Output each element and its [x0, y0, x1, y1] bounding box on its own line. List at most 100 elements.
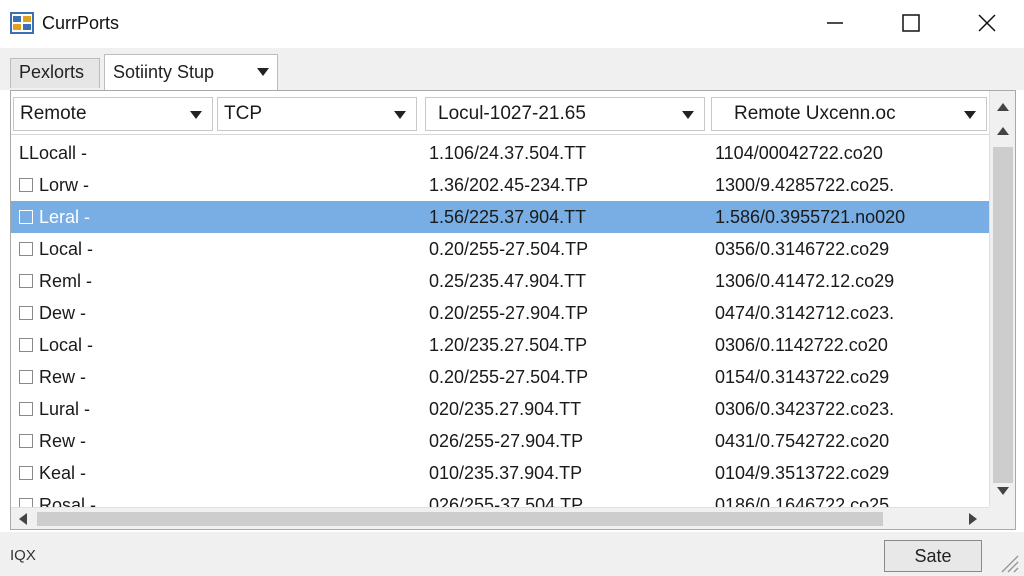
row-name: LLocall - — [19, 143, 88, 163]
column-label: Remote Uxcenn.oc — [734, 103, 896, 124]
row-name: Rew - — [39, 367, 87, 387]
table-row[interactable]: Local - 1.20/235.27.504.TP 0306/0.114272… — [11, 329, 989, 361]
cell-remote: 0306/0.1142722.co20 — [715, 335, 888, 355]
cell-local: 1.20/235.27.504.TP — [429, 335, 588, 355]
cell-name: Keal - — [11, 457, 215, 489]
row-name: Dew - — [39, 303, 87, 323]
cell-remote: 0356/0.3146722.co29 — [715, 239, 890, 259]
cell-local: 1.106/24.37.504.TT — [429, 143, 587, 163]
cell-tcp — [215, 393, 419, 425]
resize-grip-icon[interactable] — [996, 550, 1020, 574]
table-row[interactable]: Dew - 0.20/255-27.904.TP 0474/0.3142712.… — [11, 297, 989, 329]
table-row[interactable]: Lorw - 1.36/202.45-234.TP 1300/9.4285722… — [11, 169, 989, 201]
table-row[interactable]: Lural - 020/235.27.904.TT 0306/0.3423722… — [11, 393, 989, 425]
scroll-down-icon[interactable] — [997, 487, 1009, 495]
cell-tcp — [215, 233, 419, 265]
tab-label: Sotiinty Stup — [113, 62, 215, 82]
table-row[interactable]: Local - 0.20/255-27.504.TP 0356/0.314672… — [11, 233, 989, 265]
column-label: TCP — [224, 103, 262, 124]
chevron-down-icon — [682, 111, 694, 119]
column-header-local[interactable]: Locul-1027-21.65 — [425, 97, 705, 131]
cell-name: LLocall - — [11, 137, 215, 169]
row-checkbox[interactable] — [19, 401, 33, 416]
title-bar: CurrPorts — [0, 0, 1024, 48]
cell-name: Local - — [11, 329, 215, 361]
row-name: Reml - — [39, 271, 92, 291]
horizontal-scrollbar[interactable] — [11, 507, 989, 529]
table-row[interactable]: Rew - 0.20/255-27.504.TP 0154/0.3143722.… — [11, 361, 989, 393]
table-row-selected[interactable]: Leral - 1.56/225.37.904.TT 1.586/0.39557… — [11, 201, 989, 233]
row-name: Local - — [39, 335, 94, 355]
cell-local: 0.20/255-27.904.TP — [429, 303, 589, 323]
column-header-tcp[interactable]: TCP — [217, 97, 417, 131]
row-checkbox[interactable] — [19, 369, 33, 384]
cell-remote: 0104/9.3513722.co29 — [715, 463, 890, 483]
tab-sotiinty-stup[interactable]: Sotiinty Stup — [104, 54, 278, 90]
ports-list[interactable]: Remote TCP Locul-1027-21.65 Remote Uxcen… — [10, 90, 1016, 530]
row-checkbox[interactable] — [19, 241, 33, 256]
horizontal-scroll-thumb[interactable] — [37, 512, 883, 526]
minimize-icon — [827, 22, 843, 24]
column-header-remote-address[interactable]: Remote Uxcenn.oc — [711, 97, 987, 131]
cell-local: 010/235.37.904.TP — [429, 463, 583, 483]
cell-name: Lural - — [11, 393, 215, 425]
table-row[interactable]: Rew - 026/255-27.904.TP 0431/0.7542722.c… — [11, 425, 989, 457]
save-button[interactable]: Sate — [884, 540, 982, 572]
cell-name: Rew - — [11, 361, 215, 393]
scroll-up-icon[interactable] — [997, 127, 1009, 135]
table-row[interactable]: Keal - 010/235.37.904.TP 0104/9.3513722.… — [11, 457, 989, 489]
table-row[interactable]: LLocall - 1.106/24.37.504.TT 1104/000427… — [11, 137, 989, 169]
row-name: Leral - — [39, 207, 91, 227]
cell-remote: 0306/0.3423722.co23. — [715, 399, 895, 419]
status-bar: IQX Sate — [0, 532, 1024, 576]
currports-app-icon — [10, 12, 34, 34]
cell-remote: 0474/0.3142712.co23. — [715, 303, 895, 323]
cell-local: 0.20/255-27.504.TP — [429, 239, 589, 259]
cell-remote: 1104/00042722.co20 — [715, 143, 883, 163]
vertical-scroll-thumb[interactable] — [993, 147, 1013, 483]
row-checkbox[interactable] — [19, 465, 33, 480]
maximize-icon — [902, 14, 920, 32]
cell-tcp — [215, 201, 419, 233]
tab-bar: Pexlorts Sotiinty Stup — [0, 48, 1024, 90]
chevron-down-icon — [394, 111, 406, 119]
cell-name: Leral - — [11, 201, 215, 233]
vertical-scrollbar[interactable] — [989, 91, 1015, 507]
scrollbar-corner — [989, 507, 1015, 529]
row-checkbox[interactable] — [19, 273, 33, 288]
cell-remote: 0431/0.7542722.co20 — [715, 431, 890, 451]
cell-tcp — [215, 137, 419, 169]
column-header-remote[interactable]: Remote — [13, 97, 213, 131]
scroll-left-icon[interactable] — [19, 513, 27, 525]
cell-tcp — [215, 425, 419, 457]
cell-local: 020/235.27.904.TT — [429, 399, 582, 419]
scroll-right-icon[interactable] — [969, 513, 977, 525]
cell-name: Local - — [11, 233, 215, 265]
cell-name: Dew - — [11, 297, 215, 329]
cell-local: 1.56/225.37.904.TT — [419, 201, 707, 233]
row-checkbox[interactable] — [19, 209, 33, 224]
row-checkbox[interactable] — [19, 433, 33, 448]
row-name: Keal - — [39, 463, 87, 483]
minimize-button[interactable] — [812, 0, 858, 46]
column-header: Remote TCP Locul-1027-21.65 Remote Uxcen… — [11, 91, 989, 135]
table-row[interactable]: Reml - 0.25/235.47.904.TT 1306/0.41472.1… — [11, 265, 989, 297]
row-checkbox[interactable] — [19, 337, 33, 352]
cell-remote: 0154/0.3143722.co29 — [715, 367, 890, 387]
cell-tcp — [215, 329, 419, 361]
cell-local: 026/255-27.904.TP — [429, 431, 584, 451]
close-button[interactable] — [964, 0, 1010, 46]
window-title: CurrPorts — [42, 13, 120, 33]
row-checkbox[interactable] — [19, 305, 33, 320]
chevron-down-icon — [257, 68, 269, 76]
rows-container: LLocall - 1.106/24.37.504.TT 1104/000427… — [11, 137, 989, 521]
row-name: Lorw - — [39, 175, 90, 195]
row-name: Rew - — [39, 431, 87, 451]
chevron-down-icon — [190, 111, 202, 119]
row-name: Lural - — [39, 399, 91, 419]
scroll-up-icon[interactable] — [997, 103, 1009, 111]
row-checkbox[interactable] — [19, 177, 33, 192]
cell-local: 0.25/235.47.904.TT — [429, 271, 587, 291]
tab-pexlorts[interactable]: Pexlorts — [10, 58, 100, 88]
maximize-button[interactable] — [888, 0, 934, 46]
